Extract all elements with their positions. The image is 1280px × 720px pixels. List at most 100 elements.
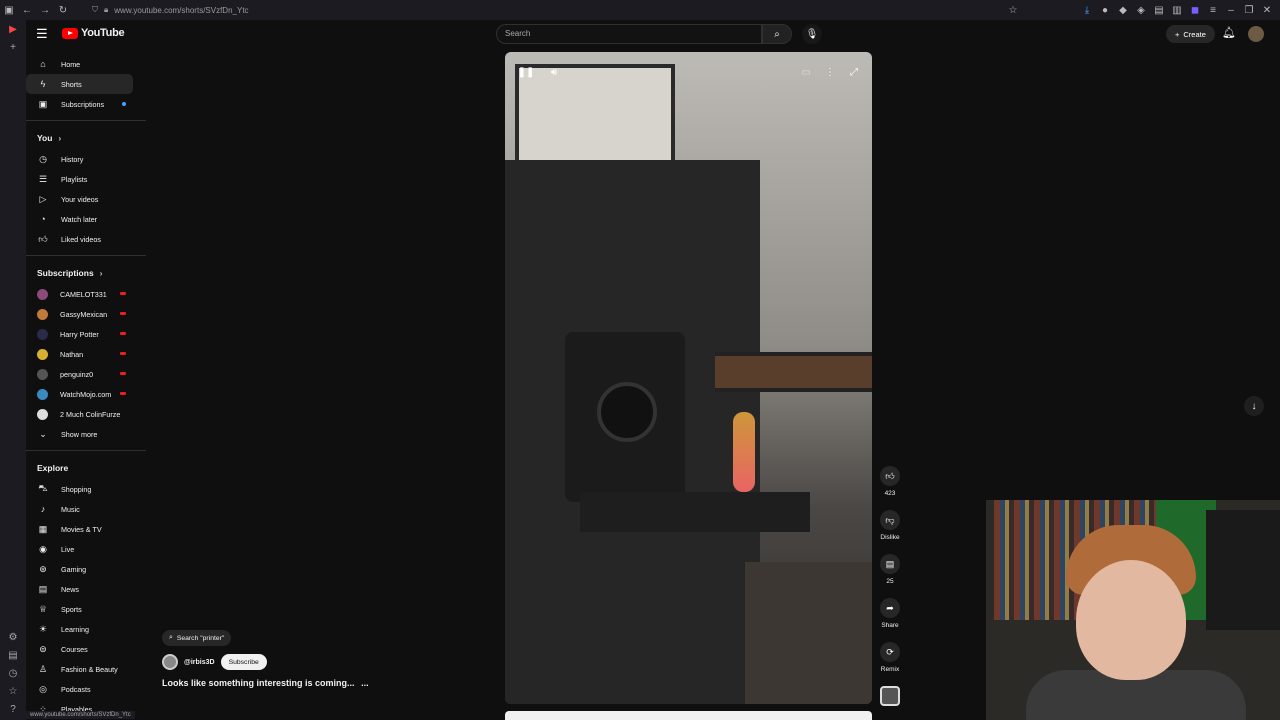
lightbulb-icon: ☀ — [38, 623, 48, 634]
search-suggestion-chip[interactable]: ⌕ Search "printer" — [162, 630, 232, 646]
shorts-video-player[interactable]: ❚❚ 🔊︎ ▭ ⋮ ⤢ — [505, 52, 872, 704]
voice-search-button[interactable]: 🎙︎ — [802, 24, 822, 44]
next-short-preview[interactable] — [505, 711, 872, 720]
sidebar-item-playlists[interactable]: ☰ Playlists — [26, 169, 146, 189]
audio-source-thumbnail — [880, 686, 900, 706]
subscription-colinfurze[interactable]: 2 Much ColinFurze — [26, 404, 146, 424]
sidebar-item-your-videos[interactable]: ▷ Your videos — [26, 189, 146, 209]
history-icon[interactable]: ◷ — [0, 664, 26, 682]
address-bar[interactable]: ⛉ 🔒︎ www.youtube.com/shorts/SVzfDn_Ytc — [92, 5, 249, 15]
channel-avatar — [37, 288, 48, 300]
chevron-right-icon: › — [58, 133, 62, 143]
create-button[interactable]: + Create — [1166, 25, 1215, 43]
settings-icon[interactable]: ⚙ — [0, 628, 26, 646]
bookmarks-icon[interactable]: ▤ — [0, 646, 26, 664]
sidebar-item-courses[interactable]: ⊜ Courses — [26, 639, 146, 659]
extension-icon[interactable]: ◼ — [1186, 0, 1204, 20]
account-avatar[interactable] — [1248, 26, 1264, 42]
browser-toolbar: ▣ ← → ↻ ⛉ 🔒︎ www.youtube.com/shorts/SVzf… — [0, 0, 1280, 20]
channel-row: @irbis3D Subscribe — [162, 654, 492, 670]
sidebar-item-fashion-beauty[interactable]: ♙ Fashion & Beauty — [26, 659, 146, 679]
sidebar-toggle-icon[interactable]: ▣ — [0, 0, 18, 20]
captions-icon[interactable]: ▭ — [797, 64, 815, 80]
youtube-logo[interactable]: YouTube — [62, 27, 125, 39]
sidebar-item-history[interactable]: ◷ History — [26, 149, 146, 169]
minimize-icon[interactable]: – — [1222, 0, 1240, 20]
bookmark-star-icon[interactable]: ☆ — [1004, 0, 1022, 20]
subscription-penguinz0[interactable]: penguinz0 — [26, 364, 146, 384]
volume-icon[interactable]: 🔊︎ — [545, 64, 563, 80]
forward-icon[interactable]: → — [36, 0, 54, 20]
shield-icon: ⛉ — [92, 5, 98, 14]
subscriptions-heading[interactable]: Subscriptions › — [26, 262, 146, 284]
extension-icon[interactable]: ▤ — [1150, 0, 1168, 20]
channel-name[interactable]: @irbis3D — [184, 659, 215, 666]
search-icon: ⌕ — [774, 28, 780, 40]
restore-icon[interactable]: ❐ — [1240, 0, 1258, 20]
subscription-watchmojo[interactable]: WatchMojo.com — [26, 384, 146, 404]
search-input[interactable]: Search — [496, 24, 762, 44]
extension-icon[interactable]: ◆ — [1114, 0, 1132, 20]
close-icon[interactable]: ✕ — [1258, 0, 1276, 20]
help-icon[interactable]: ? — [0, 700, 26, 718]
dislike-button[interactable]: 👎︎ Dislike — [878, 510, 902, 554]
download-icon[interactable]: ⤓ — [1078, 0, 1096, 20]
search-button[interactable]: ⌕ — [762, 24, 792, 44]
share-button[interactable]: ➦ Share — [878, 598, 902, 642]
sidebar-item-shorts[interactable]: ϟ Shorts — [26, 74, 133, 94]
more-options-icon[interactable]: ⋮ — [821, 64, 839, 80]
menu-icon[interactable]: ≡ — [1204, 0, 1222, 20]
sidebar-item-learning[interactable]: ☀ Learning — [26, 619, 146, 639]
like-button[interactable]: 👍︎ 423 — [878, 466, 902, 510]
person-face — [1076, 560, 1186, 680]
sidebar-item-gaming[interactable]: ⊛ Gaming — [26, 559, 146, 579]
lock-icon: 🔒︎ — [104, 5, 109, 14]
extension-icon[interactable]: ◈ — [1132, 0, 1150, 20]
new-content-dot — [122, 102, 126, 106]
channel-name: GassyMexican — [60, 309, 108, 319]
you-heading[interactable]: You › — [26, 127, 146, 149]
sidebar-item-shopping[interactable]: ⛍ Shopping — [26, 479, 146, 499]
sidebar-item-label: Fashion & Beauty — [61, 664, 118, 674]
show-more-button[interactable]: ⌄ Show more — [26, 424, 146, 444]
short-title[interactable]: Looks like something interesting is comi… — [162, 678, 492, 688]
notifications-bell-icon[interactable]: 🔔︎ — [1222, 26, 1236, 39]
pause-icon[interactable]: ❚❚ — [517, 64, 535, 80]
hamburger-menu-icon[interactable]: ☰ — [36, 27, 50, 41]
extension-icon[interactable]: ▥ — [1168, 0, 1186, 20]
subscription-nathan[interactable]: Nathan — [26, 344, 146, 364]
fullscreen-icon[interactable]: ⤢ — [845, 64, 863, 80]
favorites-icon[interactable]: ☆ — [0, 682, 26, 700]
sidebar-item-home[interactable]: ⌂ Home — [26, 54, 146, 74]
sidebar-item-news[interactable]: ▤ News — [26, 579, 146, 599]
reload-icon[interactable]: ↻ — [54, 0, 72, 20]
newspaper-icon: ▤ — [38, 583, 48, 594]
subscribe-button[interactable]: Subscribe — [220, 654, 267, 670]
extension-icon[interactable]: ● — [1096, 0, 1114, 20]
sidebar-item-subscriptions[interactable]: ▣ Subscriptions — [26, 94, 146, 114]
sidebar-item-live[interactable]: ◉ Live — [26, 539, 146, 559]
comments-button[interactable]: ▤ 25 — [878, 554, 902, 598]
audio-source-button[interactable] — [878, 686, 902, 710]
sidebar-item-sports[interactable]: ♕ Sports — [26, 599, 146, 619]
subscription-harry-potter[interactable]: Harry Potter — [26, 324, 146, 344]
like-count: 423 — [884, 490, 896, 497]
subscription-camelot331[interactable]: CAMELOT331 — [26, 284, 146, 304]
sidebar-item-liked-videos[interactable]: 👍︎ Liked videos — [26, 229, 146, 249]
new-tab-icon[interactable]: + — [0, 38, 26, 56]
next-short-button[interactable]: ↓ — [1244, 396, 1264, 416]
sidebar-item-label: Sports — [61, 604, 82, 614]
sidebar-item-podcasts[interactable]: ◎ Podcasts — [26, 679, 146, 699]
subscriptions-icon: ▣ — [38, 98, 48, 109]
subscription-gassymexican[interactable]: GassyMexican — [26, 304, 146, 324]
graduation-cap-icon: ⊜ — [39, 643, 47, 654]
sidebar-item-watch-later[interactable]: ◔ Watch later — [26, 209, 146, 229]
sidebar-item-label: Live — [61, 544, 75, 554]
back-icon[interactable]: ← — [18, 0, 36, 20]
channel-avatar[interactable] — [162, 654, 178, 670]
more-description-button[interactable]: ... — [361, 678, 369, 688]
sidebar-item-movies-tv[interactable]: ▦ Movies & TV — [26, 519, 146, 539]
youtube-tab-icon[interactable]: ▶ — [0, 20, 26, 38]
remix-button[interactable]: ⟳ Remix — [878, 642, 902, 686]
sidebar-item-music[interactable]: ♪ Music — [26, 499, 146, 519]
